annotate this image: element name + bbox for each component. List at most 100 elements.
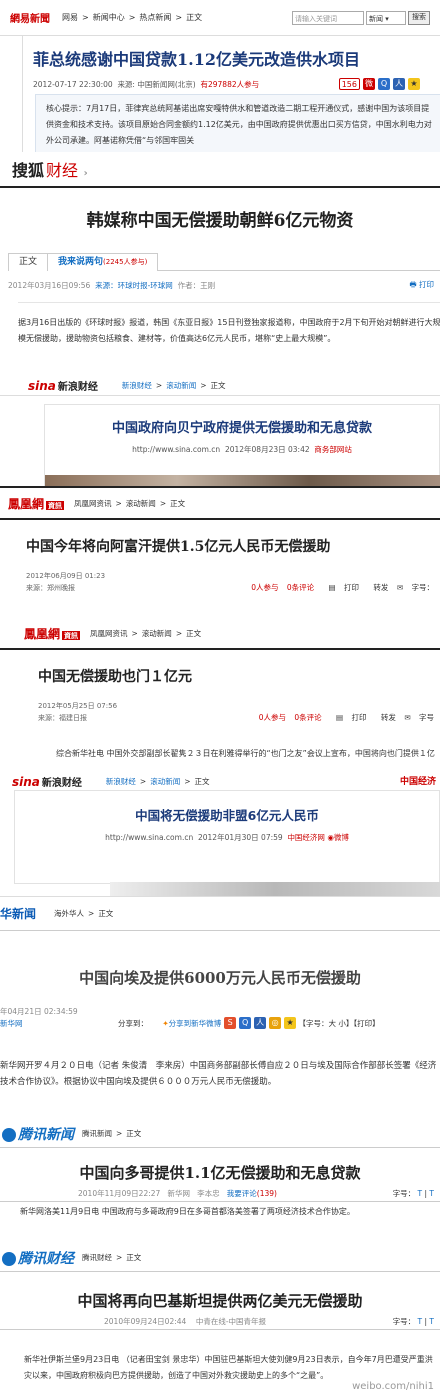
crumb-sep: > (175, 13, 183, 22)
sina-logo[interactable]: sina 新浪财经 (28, 378, 98, 393)
breadcrumb: 新浪财经 > 滚动新闻 > 正文 (106, 776, 214, 787)
article-source[interactable]: 中国经济网 (287, 833, 325, 842)
crumb-sep: > (115, 498, 122, 508)
article-source[interactable]: 商务部网站 (314, 445, 352, 454)
tab-body[interactable]: 正文 (8, 252, 49, 271)
crumb-tencent-news[interactable]: 腾讯新闻 (82, 1129, 112, 1138)
article-source[interactable]: 来源：环球时报-环球网 (95, 280, 173, 291)
weibo-share-icon[interactable]: 微 (363, 78, 375, 90)
print-button[interactable]: 🖶 打印 (410, 279, 434, 292)
article-image (45, 475, 440, 486)
chevron-right-icon: › (83, 168, 88, 179)
font-size-label: 字号 (419, 713, 434, 722)
search-button[interactable]: 搜索 (408, 10, 430, 25)
weibo-link[interactable]: ◉微博 (327, 833, 349, 842)
crumb-current: 正文 (194, 776, 210, 786)
crumb-overseas-chinese[interactable]: 海外华人 (54, 909, 84, 918)
forward-button[interactable]: 转发 ✉ (367, 583, 403, 592)
font-size-print-controls[interactable]: 【字号：大 小】【打印】 (299, 1018, 380, 1029)
crumb-ifeng-news[interactable]: 凤凰网资讯 (90, 629, 128, 638)
tencent-finance-logo[interactable]: 腾讯财经 (2, 1248, 74, 1268)
tab-comments[interactable]: 我来说两句(2245人参与) (48, 252, 159, 271)
article-title: 中国政府向贝宁政府提供无偿援助和无息贷款 (111, 421, 372, 436)
crumb-sina-finance[interactable]: 新浪财经 (122, 381, 152, 390)
font-size-increase[interactable]: T (418, 1189, 423, 1198)
crumb-sina-finance[interactable]: 新浪财经 (106, 777, 136, 786)
crumb-scroll-news[interactable]: 滚动新闻 (166, 381, 196, 390)
tencent-finance-header: 腾讯财经 腾讯财经 > 正文 (0, 1244, 440, 1272)
article-tools: 156 微 Q 人 ★ (336, 78, 420, 90)
sohu-logo[interactable]: 搜狐 财经 › (12, 157, 88, 181)
article-body: 新华社伊斯兰堡9月23日电 （记者田宝剑 景忠华）中国驻巴基斯坦大使刘健9月23… (24, 1355, 433, 1380)
comment-count-badge[interactable]: 156 (338, 78, 360, 90)
forward-label: 转发 (380, 713, 396, 722)
article-title: 中国将无偿援助非盟6亿元人民币 (135, 808, 319, 823)
article-actions: 0人参与 0条评论 ▤ 打印 转发 ✉ 字号： (245, 582, 440, 594)
printer-icon: ▤ (336, 713, 344, 722)
comments-link[interactable]: 0条评论 (294, 713, 321, 722)
article-body: 综合新华社电 中国外交部副部长翟隽２３日在利雅得举行的“也门之友”会议上宣布，中… (56, 749, 435, 758)
sina-header: sina 新浪财经 新浪财经 > 滚动新闻 > 正文 (0, 764, 440, 790)
share-icon-5[interactable]: ★ (284, 1017, 297, 1029)
ifeng-logo[interactable]: 鳳凰網 資訊 (24, 625, 81, 642)
crumb-news-center[interactable]: 新闻中心 (93, 13, 125, 22)
participants-link[interactable]: 有297882人参与 (200, 79, 259, 90)
netease-topbar: 網易新聞 网易 > 新闻中心 > 热点新闻 > 正文 请输入关键词 新闻 ▾ 搜索 (0, 0, 440, 36)
crumb-current: 正文 (186, 628, 202, 638)
font-size-decrease[interactable]: T (429, 1189, 434, 1198)
tencent-article-panel: 腾讯新闻 腾讯新闻 > 正文 中国向多哥提供1.1亿无偿援助和无息贷款 2010年1… (0, 1120, 440, 1244)
print-button[interactable]: ▤ 打印 (323, 583, 359, 592)
article-title: 中国向多哥提供1.1亿无偿援助和无息贷款 (79, 1164, 361, 1182)
netease-logo[interactable]: 網易新聞 (10, 10, 50, 25)
crumb-scroll-news[interactable]: 滚动新闻 (126, 499, 156, 508)
qzone-share-icon[interactable]: Q (378, 78, 390, 90)
comment-link[interactable]: 我要评论(139) (227, 1188, 277, 1199)
crumb-sep: > (116, 1253, 123, 1262)
ifeng-article-panel: 鳳凰網 資訊 凤凰网资讯 > 滚动新闻 > 正文 中国今年将向阿富汗提供1.5亿元人民币无… (0, 486, 440, 618)
crumb-tencent-finance[interactable]: 腾讯财经 (82, 1253, 112, 1262)
sina-logo[interactable]: sina 新浪财经 (12, 774, 82, 789)
article-meta: http://www.sina.com.cn 2012年01月30日 07:59… (15, 832, 439, 843)
crumb-netease[interactable]: 网易 (62, 13, 78, 22)
sohu-channel: 财经 (46, 161, 79, 180)
crumb-sep: > (131, 628, 138, 638)
comments-link[interactable]: 0条评论 (287, 583, 314, 592)
font-size-increase[interactable]: T (418, 1317, 423, 1326)
print-button[interactable]: ▤ 打印 (330, 713, 366, 722)
ifeng-logo-tag: 資訊 (62, 630, 81, 640)
favorite-star-icon[interactable]: ★ (408, 78, 420, 90)
tencent-news-logo[interactable]: 腾讯新闻 (2, 1124, 74, 1144)
crumb-scroll-news[interactable]: 滚动新闻 (142, 629, 172, 638)
crumb-hot-news[interactable]: 热点新闻 (139, 13, 171, 22)
cn-economy-logo[interactable]: 中国经济 (400, 774, 436, 787)
renren-share-icon[interactable]: 人 (393, 78, 405, 90)
crumb-scroll-news[interactable]: 滚动新闻 (150, 777, 180, 786)
share-icon-1[interactable]: S (224, 1017, 237, 1029)
article-title: 菲总统感谢中国贷款1.12亿美元改造供水项目 (33, 50, 360, 69)
article-title: 韩媒称中国无偿援助朝鲜6亿元物资 (86, 211, 354, 231)
search-input[interactable]: 请输入关键词 (292, 10, 364, 25)
article-date: 2012年08月23日 03:42 (224, 445, 310, 454)
article-title: 中国将再向巴基斯坦提供两亿美元无偿援助 (77, 1292, 363, 1310)
search-scope-select[interactable]: 新闻 ▾ (366, 10, 406, 25)
share-icon-3[interactable]: 人 (254, 1017, 267, 1029)
share-xinhua-weibo[interactable]: ✦分享到新华微博 (162, 1018, 221, 1029)
share-icon-4[interactable]: ◎ (269, 1017, 282, 1029)
xinhua-logo[interactable]: 华新闻 (0, 905, 36, 922)
share-icon-2[interactable]: Q (239, 1017, 252, 1029)
participants-link[interactable]: 0人参与 (251, 583, 278, 592)
font-size-controls: 字号： T | T (392, 1317, 434, 1326)
participants-link[interactable]: 0人参与 (259, 713, 286, 722)
sohu-header: 搜狐 财经 › (0, 152, 440, 188)
netease-article-panel: 網易新聞 网易 > 新闻中心 > 热点新闻 > 正文 请输入关键词 新闻 ▾ 搜索 菲总统感… (0, 0, 440, 152)
comment-label: 我要评论 (226, 1189, 257, 1198)
article-frame: 中国将无偿援助非盟6亿元人民币 http://www.sina.com.cn 2… (14, 790, 440, 884)
article-meta: 2010年09月24日02:44 中青在线-中国青年报 字号： T | T (0, 1316, 440, 1330)
font-size-decrease[interactable]: T (429, 1317, 434, 1326)
breadcrumb: 海外华人 > 正文 (54, 908, 117, 919)
ifeng-logo[interactable]: 鳳凰網 資訊 (8, 495, 65, 512)
sina-channel: 新浪财经 (57, 382, 98, 393)
crumb-ifeng-news[interactable]: 凤凰网资讯 (74, 499, 112, 508)
xinhua-header: 华新闻 海外华人 > 正文 (0, 897, 440, 931)
forward-button[interactable]: 转发 ✉ (375, 713, 411, 722)
